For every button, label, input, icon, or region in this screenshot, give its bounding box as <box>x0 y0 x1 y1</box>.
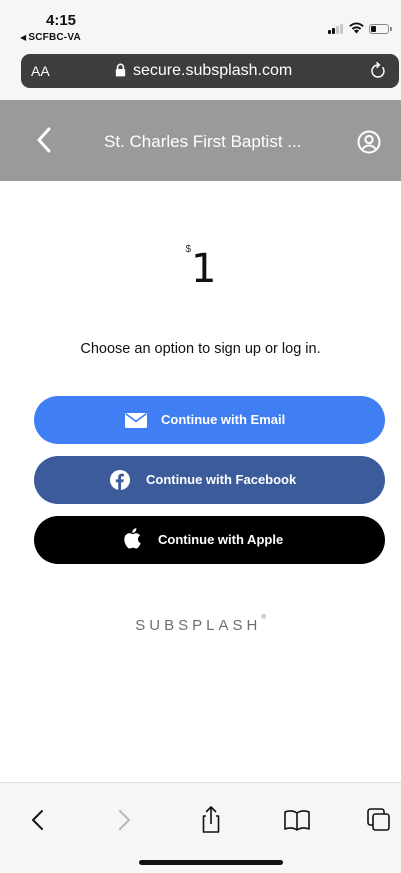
status-time: 4:15 <box>46 12 77 29</box>
back-icon[interactable] <box>24 805 54 835</box>
wifi-icon <box>349 22 364 34</box>
text-size-button[interactable]: AA <box>31 63 50 79</box>
amount-value: 1 <box>191 246 216 292</box>
back-app-label: SCFBC-VA <box>28 32 81 43</box>
continue-with-email-button[interactable]: Continue with Email <box>34 396 385 444</box>
sign-in-prompt: Choose an option to sign up or log in. <box>80 341 321 357</box>
header-title: St. Charles First Baptist ... <box>104 132 302 151</box>
back-triangle-icon: ◀ <box>20 33 27 42</box>
forward-icon[interactable] <box>108 805 138 835</box>
currency-symbol: $ <box>185 244 192 255</box>
address-bar[interactable]: AA secure.subsplash.com <box>21 54 399 88</box>
logo-text: SUBSPLASH <box>135 617 262 634</box>
browser-toolbar <box>0 782 401 873</box>
email-button-label: Continue with Email <box>161 412 286 427</box>
battery-icon <box>369 24 392 34</box>
browser-url-area: AA secure.subsplash.com <box>0 46 401 100</box>
share-icon[interactable] <box>196 805 226 835</box>
subsplash-logo: SUBSPLASH® <box>0 615 401 634</box>
app-header: St. Charles First Baptist ... <box>0 100 401 181</box>
continue-with-facebook-button[interactable]: Continue with Facebook <box>34 456 385 504</box>
home-indicator <box>139 860 283 865</box>
back-to-app-link[interactable]: ◀ SCFBC-VA <box>20 32 81 43</box>
apple-button-label: Continue with Apple <box>158 532 284 547</box>
url-text: secure.subsplash.com <box>133 62 293 79</box>
apple-icon <box>124 528 141 549</box>
lock-icon <box>115 63 126 77</box>
mail-icon <box>125 413 147 428</box>
facebook-button-label: Continue with Facebook <box>146 472 297 487</box>
tabs-icon[interactable] <box>364 805 394 835</box>
status-bar: 4:15 ◀ SCFBC-VA <box>0 0 401 46</box>
bookmarks-icon[interactable] <box>282 805 312 835</box>
facebook-icon <box>110 470 130 490</box>
user-circle-icon[interactable] <box>357 130 381 154</box>
chevron-left-icon[interactable] <box>34 126 56 154</box>
cellular-signal-icon <box>328 22 346 34</box>
donation-amount: $1 <box>0 244 401 296</box>
reload-icon[interactable] <box>370 61 386 79</box>
logo-registered-mark: ® <box>261 615 266 621</box>
continue-with-apple-button[interactable]: Continue with Apple <box>34 516 385 564</box>
